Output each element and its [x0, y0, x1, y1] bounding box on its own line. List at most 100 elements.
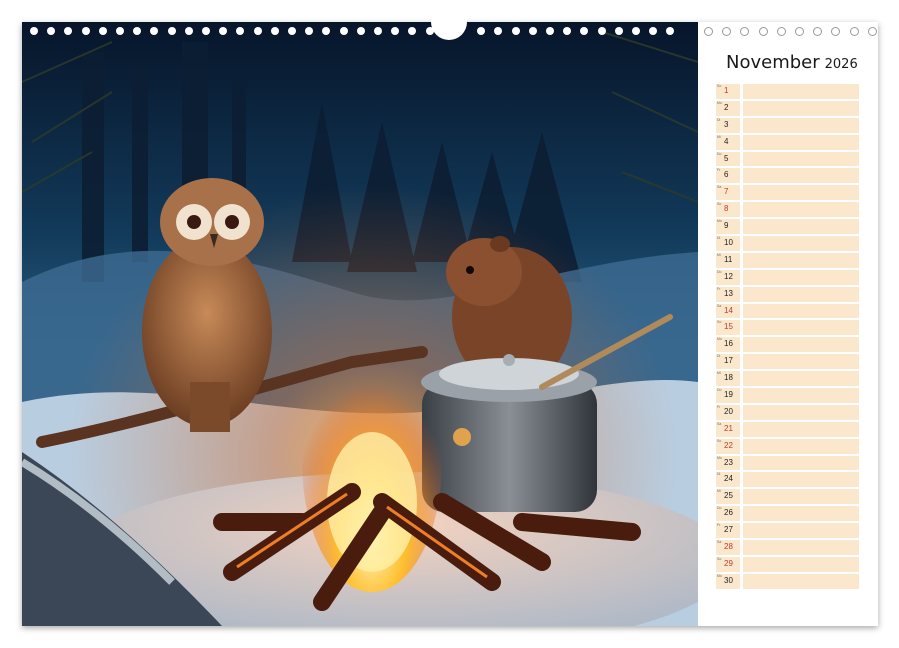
- day-row: Mo 23: [716, 455, 859, 471]
- binding-hole: [202, 27, 210, 35]
- day-row: Mo 9: [716, 219, 859, 235]
- day-number-cell: Fr 27: [716, 523, 740, 539]
- weekday-abbr: Mo: [717, 573, 722, 578]
- day-number: 29: [724, 558, 733, 568]
- weekday-abbr: Sa: [717, 303, 722, 308]
- day-row: Sa 28: [716, 540, 859, 555]
- day-note-field[interactable]: [743, 252, 859, 268]
- day-number: 28: [724, 542, 733, 552]
- binding-hole: [356, 27, 365, 35]
- day-row: Do 26: [716, 506, 859, 522]
- day-number: 8: [724, 204, 729, 214]
- day-note-field[interactable]: [743, 489, 859, 505]
- calendar-panel: November 2026 So 1 Mo 2 Di 3 Mi 4 Do 5 Fr 6 Sa 7 So 8 Mo 9…: [698, 22, 878, 626]
- day-note-field[interactable]: [743, 84, 859, 99]
- weekday-abbr: Fr: [717, 286, 721, 291]
- binding-hole: [116, 27, 124, 35]
- day-number: 23: [724, 457, 733, 467]
- weekday-abbr: So: [717, 438, 722, 443]
- binding-hole: [580, 27, 589, 35]
- day-note-field[interactable]: [743, 540, 859, 555]
- day-note-field[interactable]: [743, 236, 859, 251]
- day-number-cell: Sa 21: [716, 421, 740, 437]
- day-number-cell: Do 19: [716, 388, 740, 403]
- binding-hole: [81, 27, 90, 35]
- day-number-cell: Mo 2: [716, 100, 740, 116]
- day-row: Mi 18: [716, 371, 859, 387]
- day-number-cell: So 15: [716, 320, 740, 336]
- weekday-abbr: Fr: [717, 168, 721, 173]
- weekday-abbr: Di: [717, 472, 721, 477]
- day-number: 2: [724, 102, 729, 112]
- weekday-abbr: So: [717, 202, 722, 207]
- day-note-field[interactable]: [743, 100, 859, 116]
- day-note-field[interactable]: [743, 472, 859, 488]
- day-number: 25: [724, 491, 733, 501]
- binding-hole: [253, 27, 262, 35]
- weekday-abbr: Di: [717, 236, 721, 241]
- day-note-field[interactable]: [743, 455, 859, 471]
- day-number: 30: [724, 575, 733, 585]
- day-note-field[interactable]: [743, 523, 859, 539]
- binding-hole: [632, 27, 640, 35]
- day-number: 5: [724, 153, 729, 163]
- day-row: Mo 16: [716, 337, 859, 353]
- day-number-cell: Do 5: [716, 151, 740, 167]
- day-note-field[interactable]: [743, 269, 859, 285]
- day-number: 16: [724, 339, 733, 349]
- day-note-field[interactable]: [743, 117, 859, 133]
- day-number: 19: [724, 390, 733, 400]
- day-note-field[interactable]: [743, 337, 859, 353]
- day-number-cell: Mo 9: [716, 219, 740, 235]
- day-note-field[interactable]: [743, 354, 859, 370]
- day-note-field[interactable]: [743, 202, 859, 218]
- day-number-cell: Mi 4: [716, 134, 740, 150]
- day-note-field[interactable]: [743, 134, 859, 150]
- day-note-field[interactable]: [743, 371, 859, 387]
- day-number: 21: [724, 423, 733, 433]
- binding-hole: [270, 27, 279, 35]
- day-note-field[interactable]: [743, 151, 859, 167]
- day-note-field[interactable]: [743, 388, 859, 403]
- day-number-cell: Sa 14: [716, 303, 740, 319]
- day-note-field[interactable]: [743, 404, 859, 420]
- binding-hole: [150, 27, 159, 35]
- day-note-field[interactable]: [743, 438, 859, 454]
- day-number: 15: [724, 322, 733, 332]
- day-number: 27: [724, 525, 733, 535]
- binding-hole: [30, 27, 38, 35]
- day-row: So 22: [716, 438, 859, 454]
- day-row: Di 24: [716, 472, 859, 488]
- day-note-field[interactable]: [743, 421, 859, 437]
- day-note-field[interactable]: [743, 573, 859, 589]
- weekday-abbr: Mo: [717, 219, 722, 224]
- day-note-field[interactable]: [743, 506, 859, 522]
- day-note-field[interactable]: [743, 303, 859, 319]
- winter-campfire-illustration: [22, 22, 698, 626]
- day-note-field[interactable]: [743, 286, 859, 302]
- weekday-abbr: Di: [717, 117, 721, 122]
- day-note-field[interactable]: [743, 185, 859, 201]
- binding-hole: [98, 27, 107, 35]
- day-note-field[interactable]: [743, 556, 859, 572]
- binding-hole: [391, 27, 400, 35]
- day-number-cell: So 29: [716, 556, 740, 572]
- day-number: 9: [724, 221, 729, 231]
- day-row: Fr 13: [716, 286, 859, 302]
- day-number-cell: Fr 6: [716, 168, 740, 184]
- weekday-abbr: So: [717, 556, 722, 561]
- day-note-field[interactable]: [743, 219, 859, 235]
- binding-hole: [614, 27, 623, 35]
- day-number: 1: [724, 86, 729, 95]
- day-row: Mo 30: [716, 573, 859, 589]
- day-number: 24: [724, 474, 733, 484]
- day-number-cell: Mo 16: [716, 337, 740, 353]
- binding-hole: [408, 27, 417, 35]
- binding-hole: [649, 27, 658, 35]
- day-note-field[interactable]: [743, 168, 859, 184]
- binding-hole: [64, 27, 73, 35]
- day-row: Di 10: [716, 236, 859, 251]
- day-row: Fr 27: [716, 523, 859, 539]
- binding-hole: [546, 27, 554, 35]
- day-note-field[interactable]: [743, 320, 859, 336]
